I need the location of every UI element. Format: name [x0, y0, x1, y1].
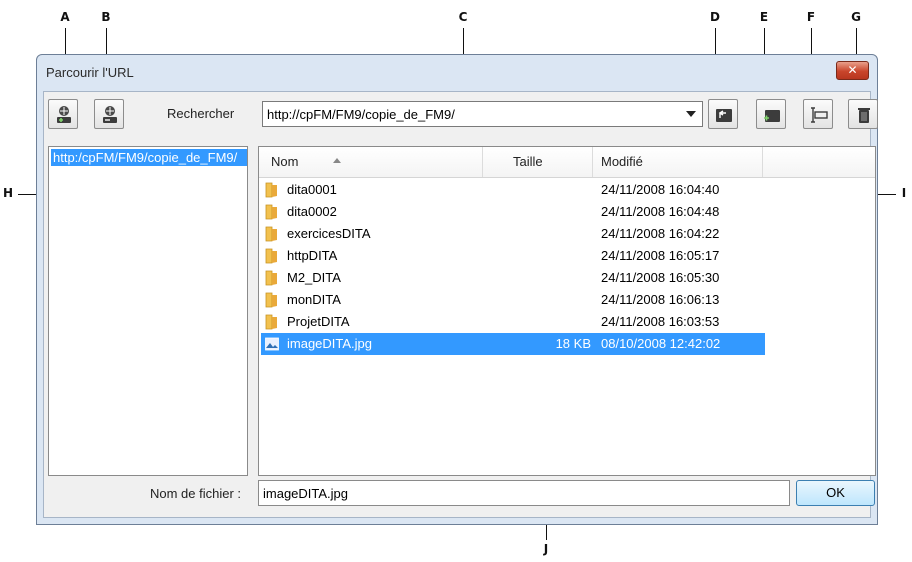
column-header-modified-label: Modifié: [601, 154, 643, 169]
list-item[interactable]: monDITA 24/11/2008 16:06:13: [261, 289, 765, 311]
url-tree-pane[interactable]: http:/cpFM/FM9/copie_de_FM9/: [48, 146, 248, 476]
file-name: exercicesDITA: [287, 226, 371, 241]
file-name: M2_DITA: [287, 270, 341, 285]
title-bar[interactable]: Parcourir l'URL ✕: [37, 55, 877, 91]
file-name: ProjetDITA: [287, 314, 350, 329]
remove-url-button[interactable]: [94, 99, 124, 129]
remove-url-icon: [103, 106, 117, 123]
parent-folder-button[interactable]: [708, 99, 738, 129]
callout-g: G: [851, 10, 861, 24]
folder-icon: [265, 204, 277, 220]
chevron-down-icon[interactable]: [686, 111, 696, 117]
list-item[interactable]: dita0001 24/11/2008 16:04:40: [261, 179, 765, 201]
file-name: httpDITA: [287, 248, 338, 263]
rename-button[interactable]: [803, 99, 833, 129]
callout-a: A: [60, 10, 70, 24]
callout-e: E: [759, 10, 769, 24]
parent-folder-icon: [716, 109, 732, 122]
file-modified: 24/11/2008 16:05:17: [601, 248, 720, 263]
file-modified: 24/11/2008 16:03:53: [601, 314, 720, 329]
callout-h: H: [2, 186, 14, 200]
search-label: Rechercher: [167, 106, 235, 121]
file-name: imageDITA.jpg: [287, 336, 373, 351]
new-folder-button[interactable]: [756, 99, 786, 129]
image-file-icon: [265, 337, 279, 351]
file-name: dita0001: [287, 182, 337, 197]
file-modified: 24/11/2008 16:05:30: [601, 270, 720, 285]
dialog-title: Parcourir l'URL: [46, 65, 134, 80]
column-header-modified[interactable]: Modifié: [593, 147, 763, 177]
file-size: 18 KB: [555, 336, 591, 351]
new-folder-icon: [764, 110, 780, 122]
filename-input[interactable]: [259, 481, 789, 505]
folder-icon: [265, 182, 277, 198]
file-name: dita0002: [287, 204, 337, 219]
column-header-size-label: Taille: [513, 154, 543, 169]
callout-i: I: [901, 186, 907, 200]
list-item[interactable]: ProjetDITA 24/11/2008 16:03:53: [261, 311, 765, 333]
list-item[interactable]: httpDITA 24/11/2008 16:05:17: [261, 245, 765, 267]
folder-icon: [265, 314, 277, 330]
folder-icon: [265, 226, 277, 242]
ok-button[interactable]: OK: [796, 480, 875, 506]
file-list-pane[interactable]: Nom Taille Modifié dita0001 24/11/2008 1…: [258, 146, 876, 476]
file-name: monDITA: [287, 292, 341, 307]
rename-icon: [811, 107, 828, 123]
callout-j: J: [543, 542, 549, 556]
file-modified: 24/11/2008 16:06:13: [601, 292, 720, 307]
url-combobox[interactable]: http://cpFM/FM9/copie_de_FM9/: [262, 101, 703, 127]
dialog-client-area: Rechercher http://cpFM/FM9/copie_de_FM9/: [43, 91, 878, 518]
column-header-size[interactable]: Taille: [483, 147, 593, 177]
close-icon: ✕: [847, 63, 858, 77]
file-modified: 08/10/2008 12:42:02: [601, 336, 721, 351]
list-item-selected[interactable]: imageDITA.jpg 18 KB 08/10/2008 12:42:02: [261, 333, 765, 355]
folder-icon: [265, 270, 277, 286]
column-header-name-label: Nom: [271, 154, 299, 169]
list-header: Nom Taille Modifié: [259, 147, 875, 178]
delete-button[interactable]: [848, 99, 878, 129]
url-value: http://cpFM/FM9/copie_de_FM9/: [267, 107, 455, 122]
callout-c: C: [458, 10, 468, 24]
browse-url-dialog: Parcourir l'URL ✕ Rechercher http://cpFM…: [36, 54, 878, 525]
file-modified: 24/11/2008 16:04:22: [601, 226, 720, 241]
list-item[interactable]: M2_DITA 24/11/2008 16:05:30: [261, 267, 765, 289]
column-header-name[interactable]: Nom: [259, 147, 483, 177]
add-url-icon: [57, 106, 71, 123]
close-button[interactable]: ✕: [836, 61, 869, 80]
list-item[interactable]: exercicesDITA 24/11/2008 16:04:22: [261, 223, 765, 245]
sort-ascending-icon: [333, 158, 341, 163]
tree-item-selected[interactable]: http:/cpFM/FM9/copie_de_FM9/: [51, 149, 247, 166]
add-url-button[interactable]: [48, 99, 78, 129]
folder-icon: [265, 292, 277, 308]
callout-f: F: [806, 10, 816, 24]
filename-label: Nom de fichier :: [150, 486, 242, 501]
delete-icon: [858, 108, 870, 123]
filename-field[interactable]: [258, 480, 790, 506]
callout-d: D: [710, 10, 720, 24]
file-modified: 24/11/2008 16:04:40: [601, 182, 720, 197]
file-modified: 24/11/2008 16:04:48: [601, 204, 720, 219]
callout-b: B: [101, 10, 111, 24]
folder-icon: [265, 248, 277, 264]
list-item[interactable]: dita0002 24/11/2008 16:04:48: [261, 201, 765, 223]
